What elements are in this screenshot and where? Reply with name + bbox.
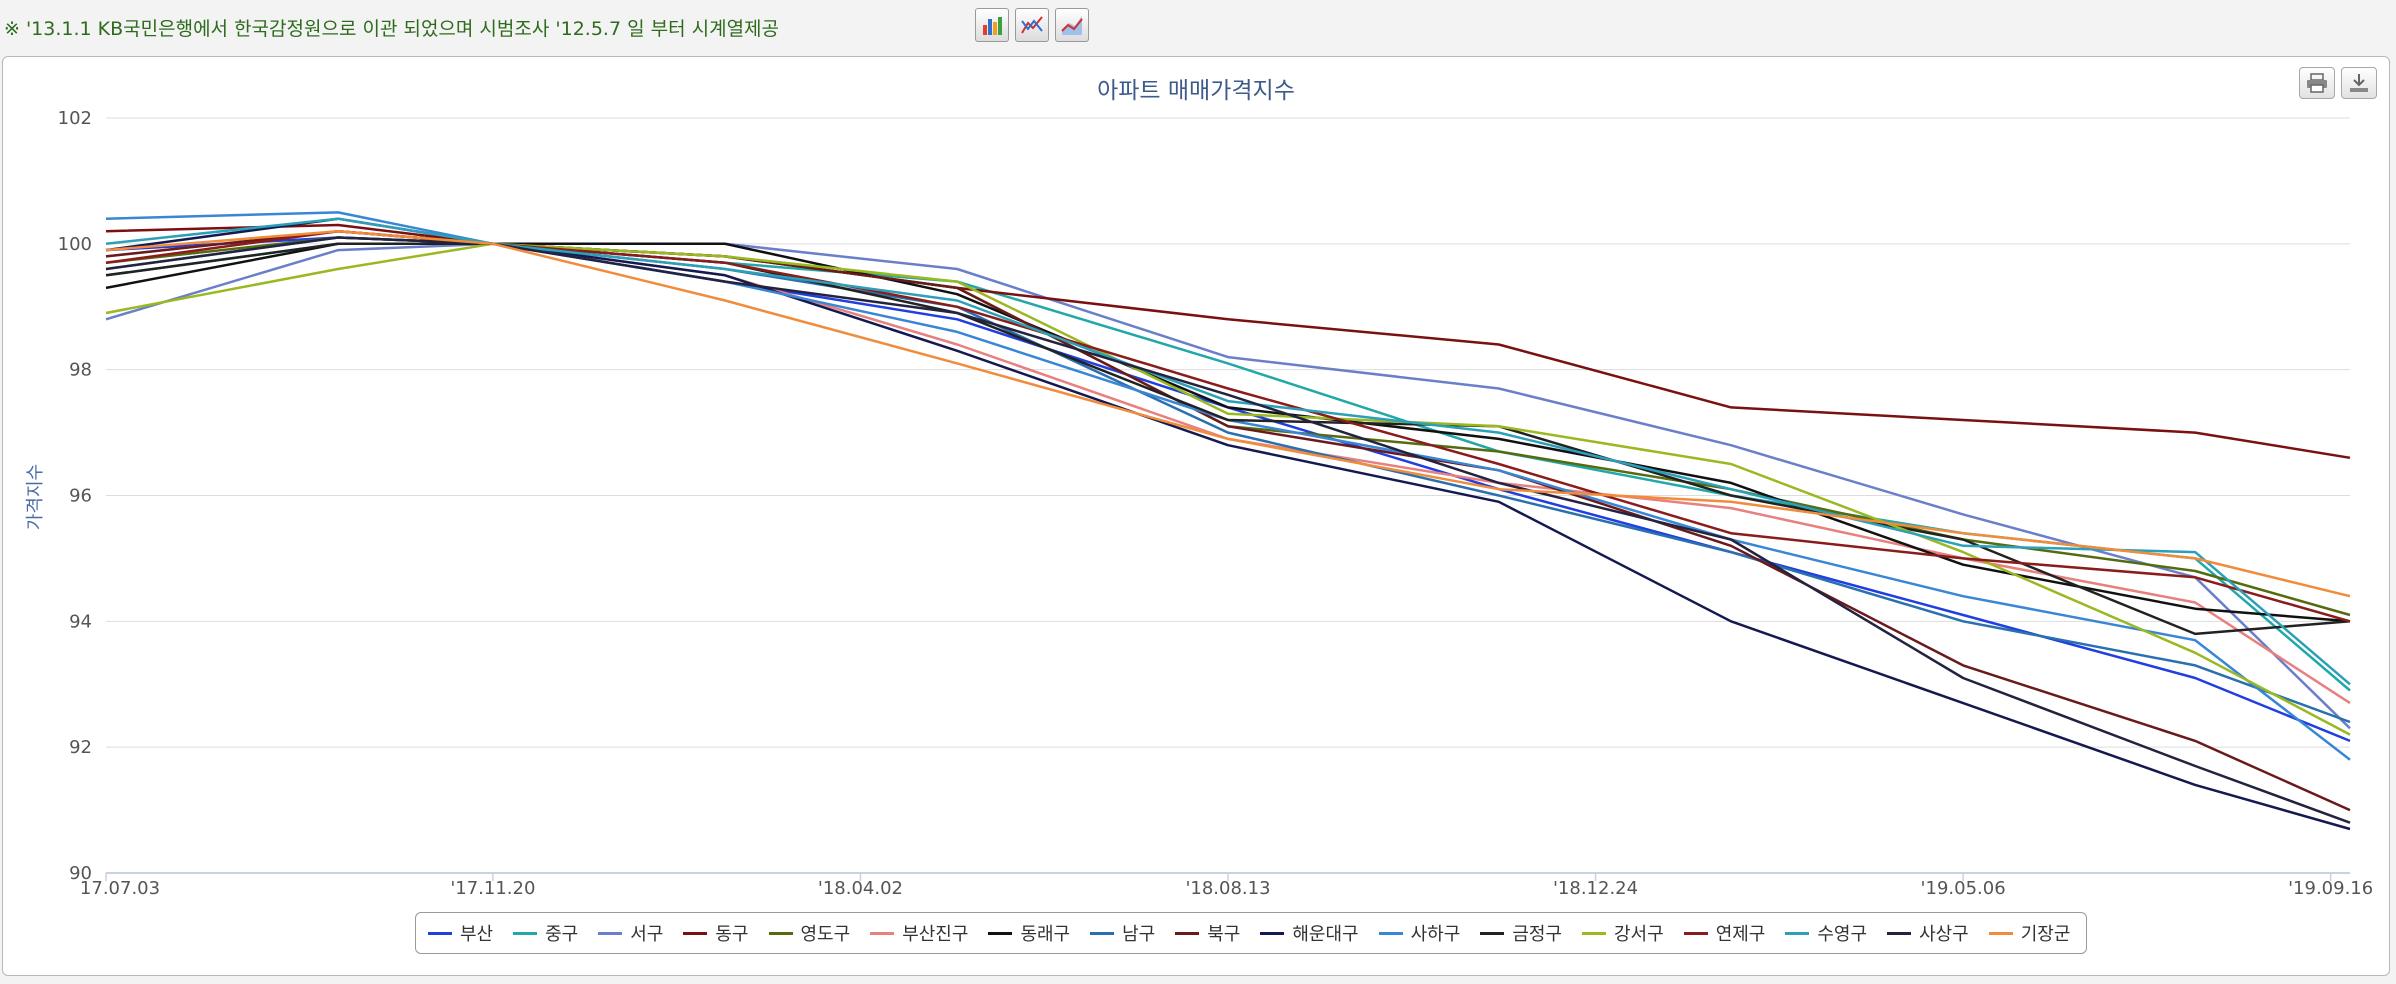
legend-swatch (1683, 931, 1708, 935)
y-tick-label: 98 (69, 360, 92, 381)
legend-swatch (683, 931, 708, 935)
legend-item[interactable]: 동구 (683, 920, 749, 946)
plot-area: 9092949698100102 17.07.03'17.11.20'18.04… (25, 108, 2373, 899)
series-line-3[interactable] (105, 242, 2351, 730)
legend-swatch (1988, 931, 2013, 935)
legend-item[interactable]: 부산 (428, 920, 493, 946)
legend-label: 부산진구 (902, 924, 969, 945)
series-line-8[interactable] (105, 236, 2351, 724)
legend-swatch (1480, 931, 1505, 935)
legend-swatch (513, 931, 538, 935)
x-tick-label: '18.12.24 (1553, 878, 1638, 899)
data-source-notice: ※ '13.1.1 KB국민은행에서 한국감정원으로 이관 되었으며 시범조사 … (4, 18, 780, 40)
legend-label: 기장군 (2020, 924, 2071, 945)
legend-item[interactable]: 북구 (1175, 920, 1240, 946)
chart-panel: 아파트 매매가격지수 90 92 94 96 98 100 102 17.07.03'17.… (2, 56, 2390, 976)
bar-chart-button[interactable] (975, 8, 1009, 42)
y-tick-label: 102 (58, 108, 92, 129)
legend-item[interactable]: 영도구 (768, 920, 851, 946)
bar-chart-icon (983, 17, 1002, 35)
chart-type-toolbar (975, 8, 1089, 42)
legend-swatch (1175, 931, 1200, 935)
y-axis-label: 가격지수 (25, 464, 46, 530)
series-line-16[interactable] (105, 236, 2351, 824)
legend-swatch (598, 931, 623, 935)
legend-label: 동래구 (1020, 924, 1071, 945)
series-line-6[interactable] (105, 229, 2351, 705)
legend-item[interactable]: 강서구 (1582, 920, 1664, 946)
area-chart-button[interactable] (1055, 8, 1089, 42)
y-tick-label: 94 (69, 611, 92, 632)
legend-swatch (768, 931, 793, 935)
legend-label: 동구 (715, 924, 749, 945)
legend-item[interactable]: 해운대구 (1260, 920, 1359, 946)
legend-item[interactable]: 중구 (513, 920, 578, 946)
series-line-10[interactable] (105, 217, 2351, 831)
legend-item[interactable]: 금정구 (1480, 920, 1562, 946)
series-line-13[interactable] (105, 242, 2351, 736)
legend-label: 남구 (1122, 924, 1156, 945)
legend-item[interactable]: 사하구 (1378, 920, 1461, 946)
legend-item[interactable]: 부산진구 (870, 920, 968, 946)
legend-item[interactable]: 서구 (598, 920, 663, 946)
legend-item[interactable]: 연제구 (1683, 920, 1766, 946)
legend-label: 영도구 (800, 924, 851, 945)
legend-label: 수영구 (1817, 924, 1868, 945)
series-line-2[interactable] (105, 242, 2351, 692)
x-tick-label: '17.11.20 (450, 878, 535, 899)
area-chart-icon (1061, 16, 1083, 35)
legend-label: 중구 (545, 924, 579, 945)
series-line-4[interactable] (105, 223, 2351, 460)
legend-swatch (988, 931, 1013, 935)
series-line-15[interactable] (105, 217, 2351, 686)
y-tick-label: 92 (69, 737, 92, 758)
legend-item[interactable]: 수영구 (1785, 920, 1867, 946)
legend-label: 강서구 (1614, 924, 1664, 945)
x-tick-label: '19.05.06 (1921, 878, 2006, 899)
legend-label: 연제구 (1715, 924, 1766, 945)
legend-label: 사하구 (1410, 924, 1461, 945)
legend-label: 북구 (1207, 924, 1241, 945)
legend-swatch (870, 931, 895, 935)
legend-item[interactable]: 기장군 (1988, 920, 2071, 946)
legend-label: 사상구 (1919, 924, 1969, 945)
chart-legend: 부산 중구 서구 동구 영도구 부산진구 동래구 남구 북구 해운대구 사하구 금정구 강서구 연제구 수영… (415, 912, 2088, 954)
legend-item[interactable]: 남구 (1090, 920, 1155, 946)
legend-swatch (1378, 931, 1403, 935)
legend-label: 해운대구 (1292, 924, 1359, 945)
series-line-9[interactable] (105, 229, 2351, 812)
y-tick-labels: 9092949698100102 (58, 108, 92, 884)
series-lines (105, 211, 2351, 831)
series-line-1[interactable] (105, 236, 2351, 743)
legend-swatch (1887, 931, 1912, 935)
legend-item[interactable]: 동래구 (988, 920, 1070, 946)
y-tick-label: 100 (58, 234, 92, 255)
series-line-11[interactable] (105, 211, 2351, 761)
legend-item[interactable]: 사상구 (1887, 920, 1969, 946)
line-chart-icon (1021, 16, 1043, 34)
legend-label: 서구 (630, 924, 664, 945)
legend-swatch (1582, 931, 1606, 935)
legend-swatch (428, 931, 452, 935)
line-chart-button[interactable] (1015, 8, 1049, 42)
legend-label: 부산 (460, 924, 494, 945)
x-tick-label: 17.07.03 (80, 878, 160, 899)
grid-lines (106, 117, 2350, 874)
legend-label: 금정구 (1512, 924, 1562, 945)
x-tick-label: '18.04.02 (818, 878, 903, 899)
legend-swatch (1260, 931, 1285, 935)
legend-swatch (1785, 931, 1810, 935)
x-tick-label: '18.08.13 (1185, 878, 1270, 899)
x-tick-labels: 17.07.03 '17.11.20 '18.04.02 '18.08.13 '18.1… (80, 873, 2373, 899)
x-tick-label: '19.09.16 (2288, 878, 2373, 899)
legend-swatch (1090, 931, 1115, 935)
y-tick-label: 96 (69, 486, 92, 507)
